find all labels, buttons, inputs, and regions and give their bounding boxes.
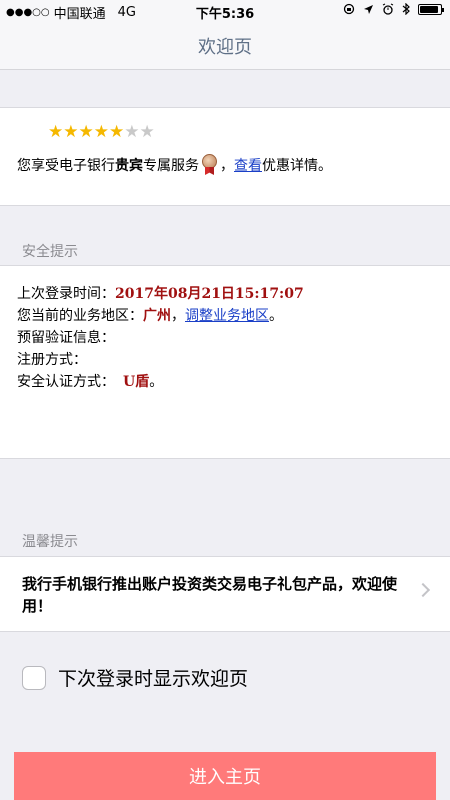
star-empty-icon: ★	[124, 122, 140, 142]
enter-home-button[interactable]: 进入主页	[14, 752, 436, 800]
region-sep: ，	[171, 308, 185, 324]
tips-panel[interactable]: 我行手机银行推出账户投资类交易电子礼包产品，欢迎使用！	[0, 556, 450, 632]
tip-message[interactable]: 我行手机银行推出账户投资类交易电子礼包产品，欢迎使用！	[22, 573, 412, 617]
chevron-right-icon	[415, 582, 431, 598]
vip-comma: ，	[220, 158, 234, 174]
battery-icon	[418, 3, 444, 15]
region-line: 您当前的业务地区： 广州 ， 调整业务地区 。	[17, 305, 283, 325]
register-label: 注册方式：	[17, 352, 87, 368]
auth-end: 。	[149, 374, 164, 390]
star-filled-icon: ★	[63, 122, 79, 142]
vip-panel: ★★★★★★★ 您享受电子银行 贵宾 专属服务 ，查看 优惠详情。	[0, 107, 450, 206]
vip-service-text: 您享受电子银行 贵宾 专属服务 ，查看 优惠详情。	[17, 154, 332, 176]
show-welcome-checkbox[interactable]	[22, 665, 46, 690]
star-empty-icon: ★	[139, 122, 155, 142]
orientation-lock-icon	[343, 3, 355, 15]
medal-icon	[201, 154, 218, 176]
last-login-value: 2017年08月21日15:17:07	[115, 286, 304, 302]
last-login-label: 上次登录时间：	[17, 286, 115, 302]
star-filled-icon: ★	[109, 122, 125, 142]
adjust-region-link[interactable]: 调整业务地区	[185, 305, 269, 325]
status-bar: ●●●○○ 中国联通 4G 下午5:36	[0, 0, 450, 22]
verify-line: 预留验证信息：	[17, 327, 115, 347]
region-label: 您当前的业务地区：	[17, 308, 143, 324]
last-login-line: 上次登录时间： 2017年08月21日15:17:07	[17, 283, 304, 303]
auth-label: 安全认证方式：	[17, 374, 115, 390]
vip-text-bold: 贵宾	[115, 158, 143, 174]
page-title: 欢迎页	[198, 36, 252, 58]
tips-section-title: 温馨提示	[22, 534, 78, 550]
auth-value: U盾	[123, 374, 150, 390]
verify-label: 预留验证信息：	[17, 330, 115, 346]
region-value: 广州	[143, 308, 171, 324]
show-welcome-checkbox-row[interactable]: 下次登录时显示欢迎页	[22, 664, 248, 691]
alarm-icon	[382, 3, 394, 15]
vip-text-after: 专属服务	[143, 158, 199, 174]
security-panel: 上次登录时间： 2017年08月21日15:17:07 您当前的业务地区： 广州…	[0, 265, 450, 459]
location-icon	[364, 4, 373, 14]
bluetooth-icon	[402, 3, 410, 15]
register-line: 注册方式：	[17, 349, 87, 369]
battery-level	[420, 5, 438, 13]
vip-text-before: 您享受电子银行	[17, 158, 115, 174]
auth-line: 安全认证方式： U盾 。	[17, 371, 163, 391]
region-end: 。	[269, 308, 283, 324]
star-filled-icon: ★	[78, 122, 94, 142]
nav-bar: 欢迎页	[0, 22, 450, 70]
security-section-title: 安全提示	[22, 244, 78, 260]
view-offers-link[interactable]: 查看	[234, 155, 262, 175]
show-welcome-label[interactable]: 下次登录时显示欢迎页	[58, 664, 248, 691]
star-filled-icon: ★	[93, 122, 109, 142]
status-right	[343, 3, 444, 15]
star-filled-icon: ★	[48, 122, 64, 142]
rating-stars: ★★★★★★★	[48, 122, 155, 142]
vip-text-end: 优惠详情。	[262, 158, 332, 174]
